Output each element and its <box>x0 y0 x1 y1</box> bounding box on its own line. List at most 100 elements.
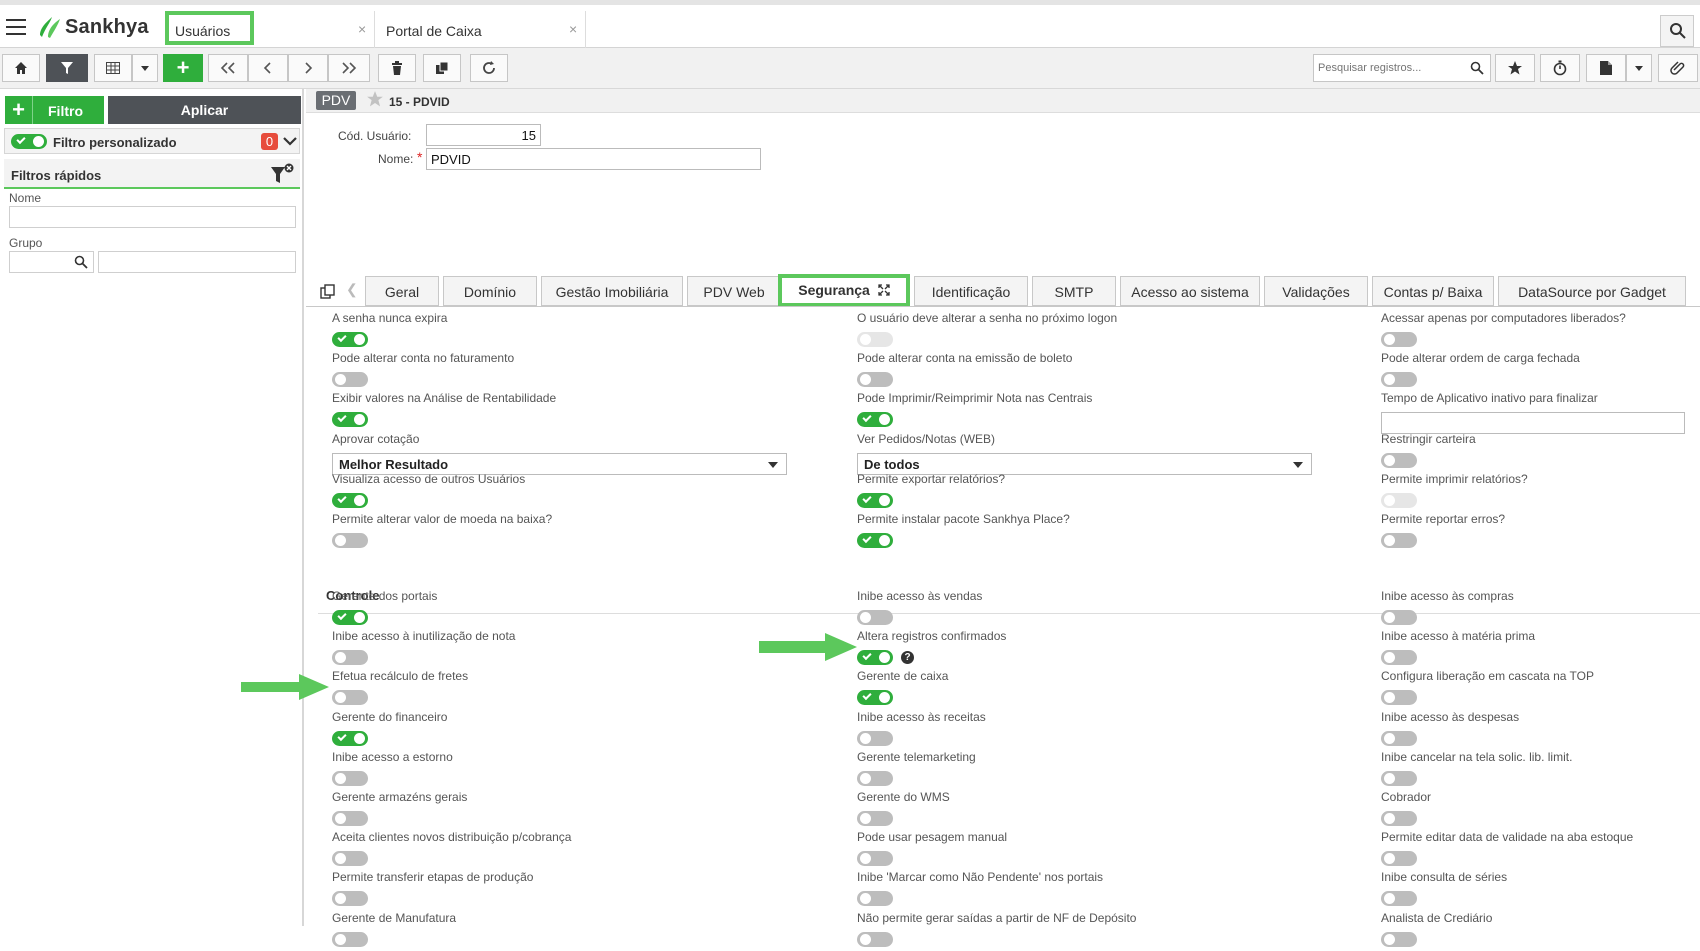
export-dropdown[interactable] <box>1626 54 1652 82</box>
close-icon[interactable]: × <box>358 21 366 37</box>
export-button[interactable] <box>1586 54 1626 82</box>
record-search-input[interactable] <box>1318 56 1463 80</box>
search-icon[interactable] <box>74 255 88 269</box>
toggle-cobrador[interactable] <box>1381 811 1417 826</box>
toggle-pode-imprimir-reimprimir-nota-nas-centrais[interactable] <box>857 412 893 428</box>
toggle-permite-reportar-erros[interactable] <box>1381 533 1417 548</box>
first-record-button[interactable] <box>208 54 248 82</box>
toggle-pode-alterar-conta-no-faturamento[interactable] <box>332 372 368 388</box>
app-tab-portal-de-caixa[interactable]: Portal de Caixa × <box>376 11 586 48</box>
option-label: Gerente do financeiro <box>332 709 448 724</box>
copy-icon[interactable] <box>320 284 336 300</box>
grid-view-dropdown[interactable] <box>132 54 158 82</box>
toggle-pode-usar-pesagem-manual[interactable] <box>857 851 893 867</box>
toggle-inibe-acesso-as-vendas[interactable] <box>857 610 893 625</box>
option-o-usuario-deve-alterar-a-senha-no-proximo-logon: O usuário deve alterar a senha no próxim… <box>831 311 1326 351</box>
cod-usuario-input[interactable]: 15 <box>426 124 541 146</box>
nome-input[interactable]: PDVID <box>426 148 761 170</box>
chevron-down-icon[interactable] <box>282 133 298 149</box>
tab-dominio[interactable]: Domínio <box>443 276 537 306</box>
toggle-permite-exportar-relatorios[interactable] <box>857 492 893 508</box>
duplicate-button[interactable] <box>423 54 461 82</box>
toggle-altera-registros-confirmados[interactable] <box>857 650 893 666</box>
toggle-inibe-acesso-as-compras[interactable] <box>1381 610 1417 625</box>
close-icon[interactable]: × <box>569 21 577 37</box>
toggle-gerente-de-caixa[interactable] <box>857 690 893 706</box>
option-acessar-apenas-por-computadores-liberados: Acessar apenas por computadores liberado… <box>1355 311 1685 351</box>
filter-button[interactable] <box>46 54 88 82</box>
toggle-analista-de-crediario[interactable] <box>1381 931 1417 947</box>
menu-icon[interactable] <box>6 19 26 35</box>
toggle-nao-permite-gerar-saidas-a-partir-de-nf-de-deposito[interactable] <box>857 931 893 947</box>
attachment-button[interactable] <box>1658 54 1698 82</box>
global-search-button[interactable] <box>1660 15 1694 47</box>
chevron-left-icon[interactable]: ❮ <box>346 281 358 298</box>
tab-acesso-ao-sistema[interactable]: Acesso ao sistema <box>1120 276 1260 306</box>
toggle-inibe-acesso-a-inutilizacao-de-nota[interactable] <box>332 650 368 666</box>
refresh-button[interactable] <box>470 54 508 82</box>
apply-button[interactable]: Aplicar <box>108 96 301 124</box>
tab-validacoes[interactable]: Validações <box>1264 276 1368 306</box>
toggle-inibe-acesso-as-despesas[interactable] <box>1381 730 1417 746</box>
tab-seguranca[interactable]: Segurança <box>778 274 910 307</box>
toggle-gerente-do-financeiro[interactable] <box>332 730 368 746</box>
tab-gestao-imobiliaria[interactable]: Gestão Imobiliária <box>541 276 683 306</box>
toggle-permite-editar-data-de-validade-na-aba-estoque[interactable] <box>1381 851 1417 867</box>
toggle-pode-alterar-ordem-de-carga-fechada[interactable] <box>1381 372 1417 388</box>
cod-usuario-label: Cód. Usuário: <box>338 129 412 143</box>
tab-datasource-por-gadget[interactable]: DataSource por Gadget <box>1498 276 1686 306</box>
toggle-gerente-do-wms[interactable] <box>857 811 893 826</box>
nome-filter-input[interactable] <box>9 206 296 228</box>
toggle-gerente-de-manufatura[interactable] <box>332 931 368 947</box>
option-label: Gerente dos portais <box>332 589 438 603</box>
search-icon[interactable] <box>1470 61 1484 75</box>
toggle-permite-transferir-etapas-de-producao[interactable] <box>332 891 368 907</box>
toggle-exibir-valores-na-analise-de-rentabilidade[interactable] <box>332 412 368 428</box>
tab-smtp[interactable]: SMTP <box>1032 276 1116 306</box>
toggle-gerente-dos-portais[interactable] <box>332 610 368 625</box>
grupo-code-input[interactable] <box>9 251 94 273</box>
toggle-inibe-marcar-como-nao-pendente-nos-portais[interactable] <box>857 891 893 907</box>
app-tab-usuarios[interactable]: Usuários × <box>165 11 375 48</box>
next-record-button[interactable] <box>288 54 328 82</box>
grid-view-button[interactable] <box>94 54 132 82</box>
toggle-inibe-cancelar-na-tela-solic-lib-limit[interactable] <box>1381 770 1417 786</box>
option-label: O usuário deve alterar a senha no próxim… <box>857 311 1118 325</box>
toggle-acessar-apenas-por-computadores-liberados[interactable] <box>1381 332 1417 347</box>
brand-logo[interactable]: Sankhya <box>36 14 149 40</box>
option-label: Tempo de Aplicativo inativo para finaliz… <box>1381 391 1598 406</box>
tab-geral[interactable]: Geral <box>365 276 439 306</box>
tab-identificacao[interactable]: Identificação <box>914 276 1028 306</box>
grupo-name-input[interactable] <box>98 251 296 273</box>
add-button[interactable]: + <box>163 54 203 82</box>
last-record-button[interactable] <box>328 54 370 82</box>
add-filter-button[interactable]: + Filtro <box>5 96 104 124</box>
favorite-button[interactable] <box>1495 54 1535 82</box>
clear-filter-icon[interactable] <box>270 163 294 187</box>
timer-button[interactable] <box>1540 54 1580 82</box>
toggle-visualiza-acesso-de-outros-usuarios[interactable] <box>332 492 368 508</box>
option-label: Ver Pedidos/Notas (WEB) <box>857 431 996 446</box>
toggle-pode-alterar-conta-na-emissao-de-boleto[interactable] <box>857 372 893 388</box>
tab-contas-p-baixa[interactable]: Contas p/ Baixa <box>1372 276 1494 306</box>
toggle-configura-liberacao-em-cascata-na-top[interactable] <box>1381 690 1417 706</box>
toggle-inibe-acesso-a-estorno[interactable] <box>332 770 368 786</box>
delete-button[interactable] <box>378 54 416 82</box>
home-button[interactable] <box>2 54 40 82</box>
toggle-inibe-acesso-a-materia-prima[interactable] <box>1381 650 1417 666</box>
tab-pdv-web[interactable]: PDV Web <box>687 276 781 306</box>
star-icon[interactable] <box>366 90 384 108</box>
toggle-gerente-telemarketing[interactable] <box>857 770 893 786</box>
toggle-aceita-clientes-novos-distribuicao-p-cobranca[interactable] <box>332 851 368 867</box>
previous-record-button[interactable] <box>248 54 288 82</box>
toggle-a-senha-nunca-expira[interactable] <box>332 332 368 347</box>
toggle-permite-instalar-pacote-sankhya-place[interactable] <box>857 533 893 548</box>
custom-filter-toggle[interactable] <box>11 134 47 149</box>
toggle-permite-alterar-valor-de-moeda-na-baixa[interactable] <box>332 533 368 548</box>
toggle-gerente-armazens-gerais[interactable] <box>332 811 368 826</box>
help-icon[interactable]: ? <box>901 651 914 665</box>
toggle-restringir-carteira[interactable] <box>1381 452 1417 468</box>
toggle-efetua-recalculo-de-fretes[interactable] <box>332 690 368 706</box>
toggle-inibe-acesso-as-receitas[interactable] <box>857 730 893 746</box>
toggle-inibe-consulta-de-series[interactable] <box>1381 891 1417 907</box>
